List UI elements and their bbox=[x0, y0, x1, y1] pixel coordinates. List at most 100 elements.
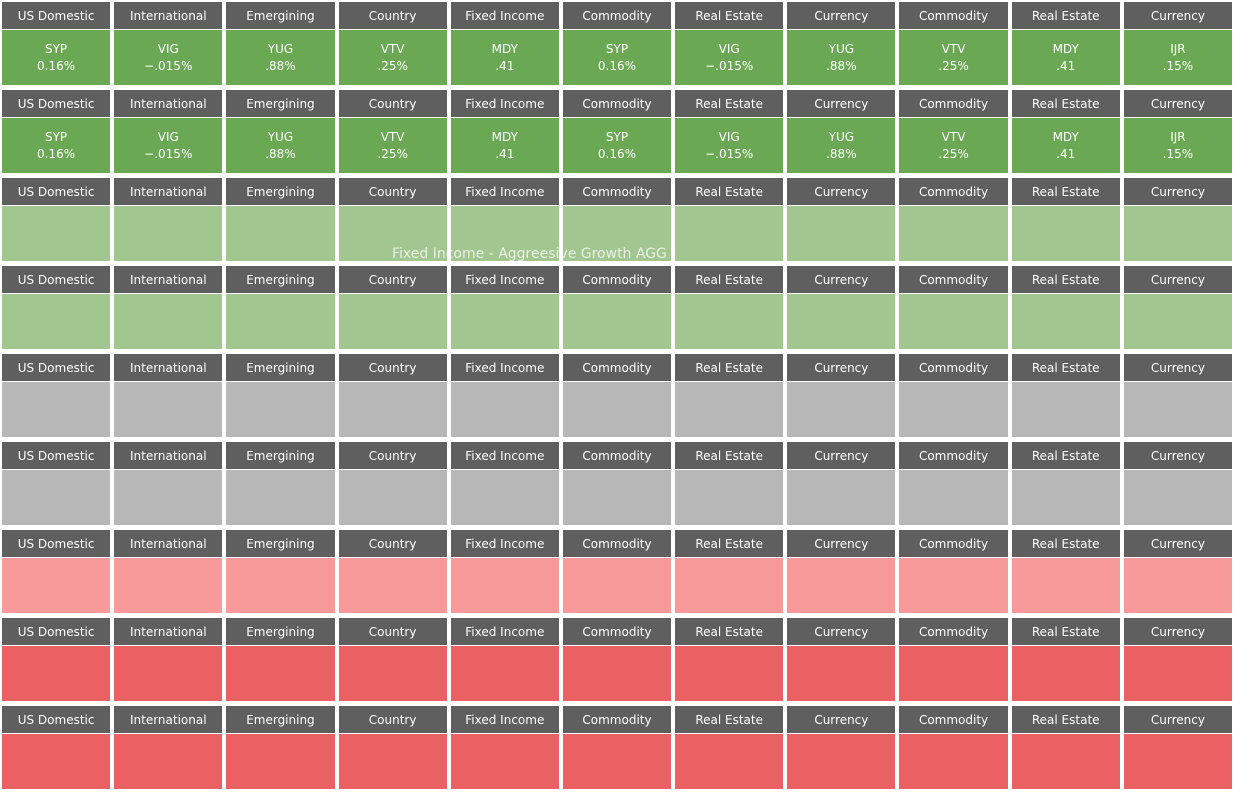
asset-tile[interactable]: International bbox=[114, 618, 223, 701]
asset-tile[interactable]: US Domestic bbox=[2, 178, 111, 261]
asset-tile[interactable]: US Domestic bbox=[2, 618, 111, 701]
asset-tile[interactable]: Fixed Income MDY .41 bbox=[450, 90, 559, 173]
asset-tile[interactable]: Emergining bbox=[226, 266, 335, 349]
asset-tile[interactable]: Emergining bbox=[226, 178, 335, 261]
asset-tile[interactable]: Currency bbox=[1123, 706, 1232, 789]
asset-tile[interactable]: International bbox=[114, 442, 223, 525]
asset-tile[interactable]: Commodity bbox=[562, 354, 672, 437]
asset-tile[interactable]: Country bbox=[338, 178, 447, 261]
asset-tile[interactable]: Commodity bbox=[562, 618, 672, 701]
asset-tile[interactable]: Real Estate bbox=[675, 530, 784, 613]
asset-tile[interactable]: International bbox=[114, 354, 223, 437]
asset-tile[interactable]: Currency bbox=[787, 530, 896, 613]
asset-tile[interactable]: Real Estate bbox=[1011, 354, 1120, 437]
asset-tile[interactable]: Emergining bbox=[226, 706, 335, 789]
asset-tile[interactable]: Commodity bbox=[562, 530, 672, 613]
asset-tile[interactable]: Currency bbox=[1123, 266, 1232, 349]
asset-tile[interactable]: Real Estate bbox=[1011, 530, 1120, 613]
asset-tile[interactable]: Country bbox=[338, 706, 447, 789]
asset-tile[interactable]: Commodity VTV .25% bbox=[899, 2, 1008, 85]
asset-tile[interactable]: Country bbox=[338, 442, 447, 525]
asset-tile[interactable]: Real Estate bbox=[675, 618, 784, 701]
asset-tile[interactable]: Emergining bbox=[226, 530, 335, 613]
asset-tile[interactable]: Country bbox=[338, 618, 447, 701]
asset-tile[interactable]: Fixed Income bbox=[450, 442, 559, 525]
asset-tile[interactable]: Country bbox=[338, 354, 447, 437]
asset-tile[interactable]: Currency bbox=[1123, 618, 1232, 701]
asset-tile[interactable]: US Domestic bbox=[2, 530, 111, 613]
asset-tile[interactable]: Commodity bbox=[899, 442, 1008, 525]
asset-tile[interactable]: Country VTV .25% bbox=[338, 2, 447, 85]
asset-tile[interactable]: Real Estate MDY .41 bbox=[1011, 90, 1120, 173]
asset-tile[interactable]: International bbox=[114, 178, 223, 261]
asset-tile[interactable]: Emergining bbox=[226, 442, 335, 525]
asset-tile[interactable]: Currency bbox=[787, 618, 896, 701]
asset-tile[interactable]: Real Estate bbox=[675, 354, 784, 437]
asset-tile[interactable]: Emergining bbox=[226, 618, 335, 701]
asset-tile[interactable]: Commodity bbox=[562, 266, 672, 349]
asset-tile[interactable]: Currency bbox=[1123, 178, 1232, 261]
asset-tile[interactable]: Currency bbox=[1123, 530, 1232, 613]
asset-tile[interactable]: International bbox=[114, 266, 223, 349]
asset-tile[interactable]: Real Estate bbox=[675, 442, 784, 525]
asset-tile[interactable]: Currency YUG .88% bbox=[787, 2, 896, 85]
asset-tile[interactable]: Commodity VTV .25% bbox=[899, 90, 1008, 173]
asset-tile[interactable]: International VIG −.015% bbox=[114, 90, 223, 173]
asset-tile[interactable]: US Domestic SYP 0.16% bbox=[2, 2, 111, 85]
asset-tile[interactable]: Real Estate bbox=[1011, 618, 1120, 701]
asset-tile[interactable]: Commodity SYP 0.16% bbox=[562, 2, 672, 85]
asset-tile[interactable]: Fixed Income bbox=[450, 618, 559, 701]
asset-tile[interactable]: Currency bbox=[787, 354, 896, 437]
asset-tile[interactable]: Commodity bbox=[562, 178, 672, 261]
tile-body bbox=[675, 558, 784, 613]
asset-tile[interactable]: US Domestic bbox=[2, 266, 111, 349]
asset-tile[interactable]: Fixed Income bbox=[450, 706, 559, 789]
asset-tile[interactable]: Country bbox=[338, 530, 447, 613]
asset-tile[interactable]: Real Estate VIG −.015% bbox=[675, 90, 784, 173]
asset-tile[interactable]: Real Estate MDY .41 bbox=[1011, 2, 1120, 85]
asset-tile[interactable]: International VIG −.015% bbox=[114, 2, 223, 85]
asset-tile[interactable]: Currency IJR .15% bbox=[1123, 2, 1232, 85]
asset-tile[interactable]: Currency bbox=[1123, 354, 1232, 437]
asset-tile[interactable]: Emergining YUG .88% bbox=[226, 2, 335, 85]
asset-tile[interactable]: Real Estate bbox=[675, 266, 784, 349]
asset-tile[interactable]: Fixed Income bbox=[450, 530, 559, 613]
asset-tile[interactable]: US Domestic bbox=[2, 354, 111, 437]
asset-tile[interactable]: US Domestic bbox=[2, 442, 111, 525]
asset-tile[interactable]: Commodity bbox=[899, 178, 1008, 261]
asset-tile[interactable]: Commodity bbox=[899, 354, 1008, 437]
asset-tile[interactable]: US Domestic SYP 0.16% bbox=[2, 90, 111, 173]
asset-tile[interactable]: Currency bbox=[787, 178, 896, 261]
asset-tile[interactable]: Fixed Income MDY .41 bbox=[450, 2, 559, 85]
asset-tile[interactable]: Real Estate bbox=[1011, 706, 1120, 789]
asset-tile[interactable]: Real Estate bbox=[675, 178, 784, 261]
asset-tile[interactable]: Commodity bbox=[899, 530, 1008, 613]
asset-tile[interactable]: Currency bbox=[787, 266, 896, 349]
asset-tile[interactable]: Commodity bbox=[562, 442, 672, 525]
asset-tile[interactable]: International bbox=[114, 530, 223, 613]
asset-tile[interactable]: Commodity bbox=[899, 266, 1008, 349]
asset-tile[interactable]: Real Estate bbox=[675, 706, 784, 789]
asset-tile[interactable]: Commodity SYP 0.16% bbox=[562, 90, 672, 173]
asset-tile[interactable]: Currency bbox=[787, 442, 896, 525]
asset-tile[interactable]: Emergining YUG .88% bbox=[226, 90, 335, 173]
asset-tile[interactable]: Country bbox=[338, 266, 447, 349]
asset-tile[interactable]: Real Estate bbox=[1011, 266, 1120, 349]
asset-tile[interactable]: Real Estate bbox=[1011, 178, 1120, 261]
asset-tile[interactable]: Commodity bbox=[899, 706, 1008, 789]
asset-tile[interactable]: Currency IJR .15% bbox=[1123, 90, 1232, 173]
asset-tile[interactable]: Commodity bbox=[899, 618, 1008, 701]
asset-tile[interactable]: Real Estate bbox=[1011, 442, 1120, 525]
asset-tile[interactable]: Currency bbox=[787, 706, 896, 789]
asset-tile[interactable]: Country VTV .25% bbox=[338, 90, 447, 173]
asset-tile[interactable]: Fixed Income bbox=[450, 354, 559, 437]
asset-tile[interactable]: Currency bbox=[1123, 442, 1232, 525]
asset-tile[interactable]: Real Estate VIG −.015% bbox=[675, 2, 784, 85]
asset-tile[interactable]: Emergining bbox=[226, 354, 335, 437]
asset-tile[interactable]: Currency YUG .88% bbox=[787, 90, 896, 173]
asset-tile[interactable]: US Domestic bbox=[2, 706, 111, 789]
asset-tile[interactable]: Fixed Income bbox=[450, 178, 559, 261]
asset-tile[interactable]: Fixed Income bbox=[450, 266, 559, 349]
asset-tile[interactable]: Commodity bbox=[562, 706, 672, 789]
asset-tile[interactable]: International bbox=[114, 706, 223, 789]
